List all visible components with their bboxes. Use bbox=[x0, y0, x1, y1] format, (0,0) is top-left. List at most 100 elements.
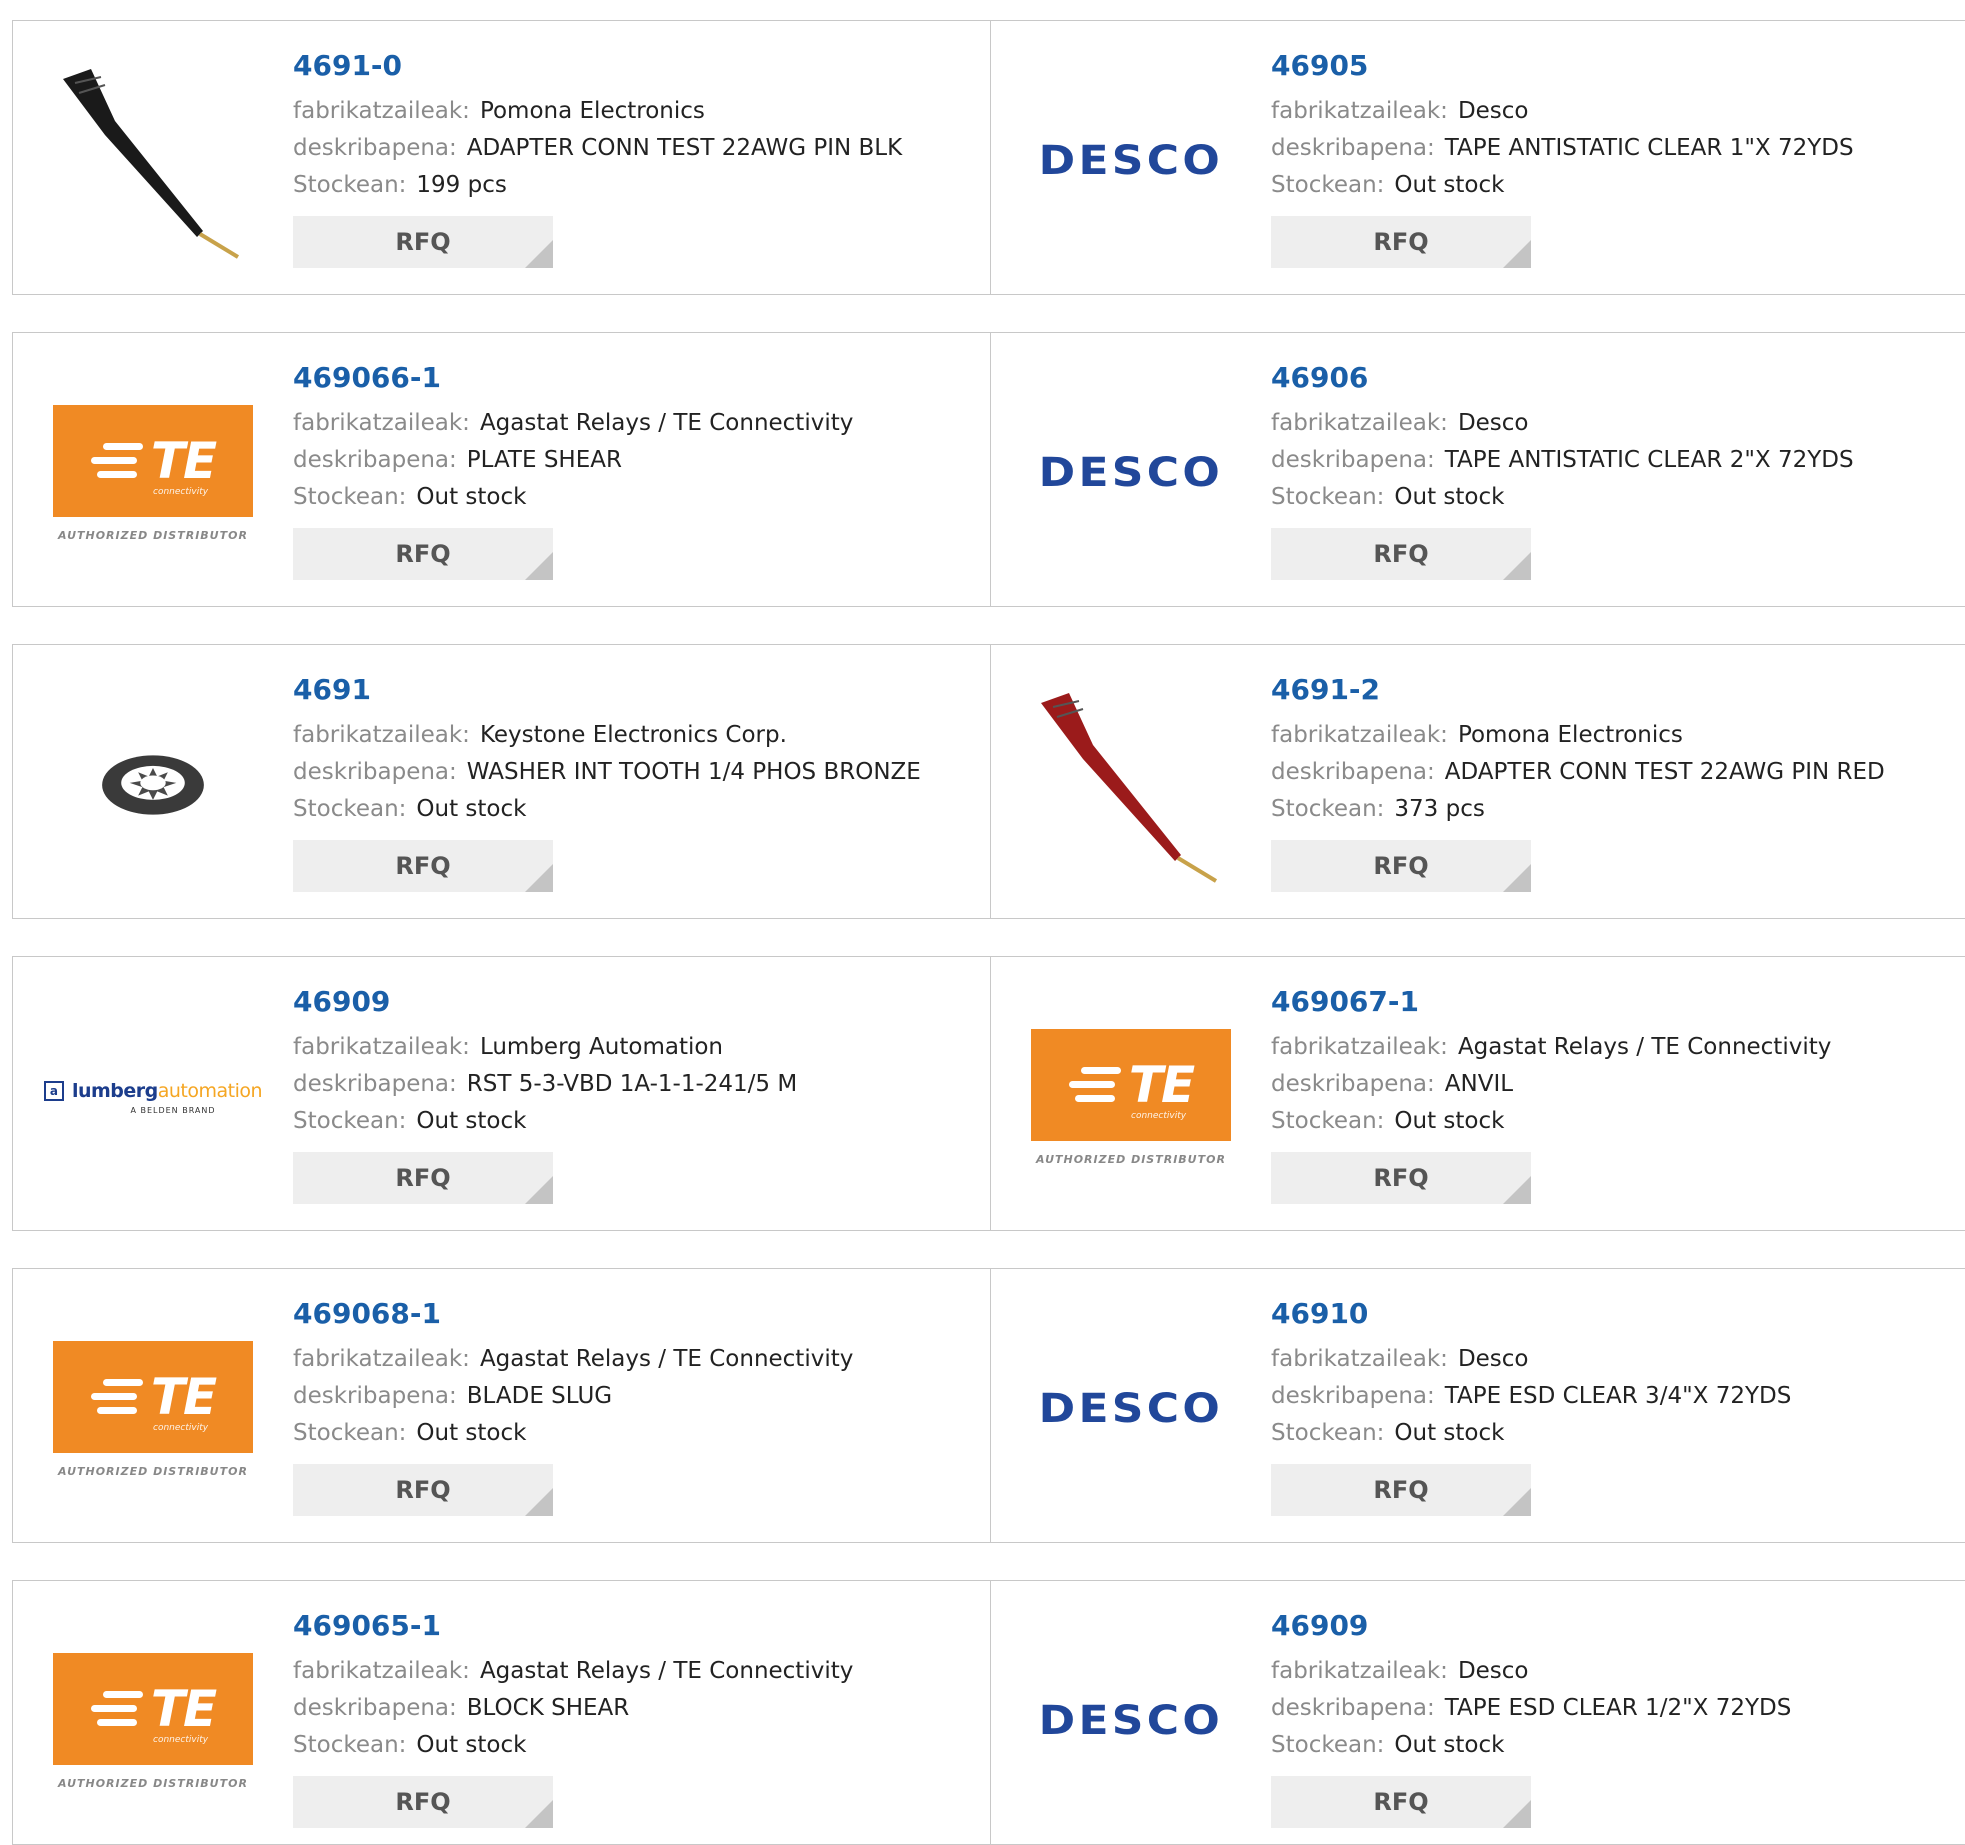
authorized-distributor-label: AUTHORIZED DISTRIBUTOR bbox=[58, 528, 248, 542]
corner-triangle-icon bbox=[1503, 863, 1531, 892]
product-card: a lumbergautomation A BELDEN BRAND 46909 fab… bbox=[12, 956, 991, 1231]
manufacturer-row: fabrikatzaileak: Desco bbox=[1271, 93, 1854, 130]
stock-value: Out stock bbox=[1394, 1731, 1505, 1758]
rfq-button[interactable]: RFQ bbox=[1271, 839, 1531, 892]
product-thumbnail[interactable] bbox=[1031, 685, 1231, 885]
part-number-link[interactable]: 46909 bbox=[293, 985, 797, 1019]
manufacturer-row: fabrikatzaileak: Lumberg Automation bbox=[293, 1029, 797, 1066]
part-number-link[interactable]: 46910 bbox=[1271, 1297, 1791, 1331]
description-label: deskribapena: bbox=[293, 446, 457, 473]
product-card: TE connectivity AUTHORIZED DISTRIBUTOR 4690… bbox=[12, 1580, 991, 1845]
product-thumbnail[interactable]: TE connectivity AUTHORIZED DISTRIBUTOR bbox=[53, 1309, 253, 1509]
stock-label: Stockean: bbox=[1271, 171, 1385, 198]
product-thumbnail[interactable] bbox=[53, 685, 253, 885]
rfq-button[interactable]: RFQ bbox=[293, 527, 553, 580]
manufacturer-row: fabrikatzaileak: Desco bbox=[1271, 1341, 1791, 1378]
product-thumbnail[interactable]: TE connectivity AUTHORIZED DISTRIBUTOR bbox=[1031, 997, 1231, 1197]
manufacturer-label: fabrikatzaileak: bbox=[293, 97, 470, 124]
desco-logo: DESCO bbox=[1038, 1386, 1224, 1432]
manufacturer-row: fabrikatzaileak: Desco bbox=[1271, 405, 1854, 442]
description-value: PLATE SHEAR bbox=[466, 446, 622, 473]
rfq-button[interactable]: RFQ bbox=[1271, 527, 1531, 580]
stock-value: Out stock bbox=[416, 1731, 527, 1758]
product-thumbnail[interactable] bbox=[53, 61, 253, 261]
description-value: ADAPTER CONN TEST 22AWG PIN RED bbox=[1444, 758, 1885, 785]
rfq-button[interactable]: RFQ bbox=[293, 1151, 553, 1204]
part-number-link[interactable]: 46905 bbox=[1271, 49, 1854, 83]
corner-triangle-icon bbox=[1503, 239, 1531, 268]
product-card: DESCO 46910 fabrikatzaileak: Desco deskribap… bbox=[990, 1268, 1965, 1543]
description-row: deskribapena: ADAPTER CONN TEST 22AWG PIN… bbox=[293, 130, 902, 167]
rfq-button[interactable]: RFQ bbox=[1271, 1151, 1531, 1204]
description-row: deskribapena: TAPE ANTISTATIC CLEAR 1"X 7… bbox=[1271, 130, 1854, 167]
manufacturer-value: Pomona Electronics bbox=[1457, 721, 1683, 748]
stock-row: Stockean: Out stock bbox=[1271, 479, 1854, 516]
product-info: 469065-1 fabrikatzaileak: Agastat Relays /… bbox=[293, 1609, 853, 1828]
stock-label: Stockean: bbox=[293, 1731, 407, 1758]
description-value: BLOCK SHEAR bbox=[466, 1694, 630, 1721]
manufacturer-value: Keystone Electronics Corp. bbox=[479, 721, 787, 748]
desco-logo: DESCO bbox=[1038, 450, 1224, 496]
manufacturer-label: fabrikatzaileak: bbox=[293, 409, 470, 436]
product-card: TE connectivity AUTHORIZED DISTRIBUTOR 4690… bbox=[12, 332, 991, 607]
part-number-link[interactable]: 469068-1 bbox=[293, 1297, 853, 1331]
stock-row: Stockean: Out stock bbox=[1271, 167, 1854, 204]
rfq-button[interactable]: RFQ bbox=[293, 215, 553, 268]
product-thumbnail[interactable]: TE connectivity AUTHORIZED DISTRIBUTOR bbox=[53, 373, 253, 573]
manufacturer-label: fabrikatzaileak: bbox=[1271, 1345, 1448, 1372]
product-thumbnail[interactable]: DESCO bbox=[1031, 373, 1231, 573]
description-value: TAPE ANTISTATIC CLEAR 2"X 72YDS bbox=[1444, 446, 1854, 473]
rfq-button[interactable]: RFQ bbox=[293, 1775, 553, 1828]
product-thumbnail[interactable]: a lumbergautomation A BELDEN BRAND bbox=[43, 997, 263, 1197]
stock-label: Stockean: bbox=[1271, 1107, 1385, 1134]
product-thumbnail[interactable]: DESCO bbox=[1031, 1621, 1231, 1821]
authorized-distributor-label: AUTHORIZED DISTRIBUTOR bbox=[1036, 1152, 1226, 1166]
stock-label: Stockean: bbox=[293, 1419, 407, 1446]
product-thumbnail[interactable]: DESCO bbox=[1031, 1309, 1231, 1509]
description-label: deskribapena: bbox=[1271, 446, 1435, 473]
part-number-link[interactable]: 4691-2 bbox=[1271, 673, 1885, 707]
corner-triangle-icon bbox=[525, 1175, 553, 1204]
description-row: deskribapena: WASHER INT TOOTH 1/4 PHOS B… bbox=[293, 754, 921, 791]
rfq-button[interactable]: RFQ bbox=[293, 1463, 553, 1516]
description-row: deskribapena: ADAPTER CONN TEST 22AWG PIN… bbox=[1271, 754, 1885, 791]
description-label: deskribapena: bbox=[293, 1382, 457, 1409]
manufacturer-label: fabrikatzaileak: bbox=[1271, 1033, 1448, 1060]
description-label: deskribapena: bbox=[1271, 1382, 1435, 1409]
product-info: 4691-2 fabrikatzaileak: Pomona Electronics… bbox=[1271, 673, 1885, 892]
product-thumbnail[interactable]: TE connectivity AUTHORIZED DISTRIBUTOR bbox=[53, 1621, 253, 1821]
stock-label: Stockean: bbox=[293, 795, 407, 822]
stock-label: Stockean: bbox=[293, 483, 407, 510]
rfq-button[interactable]: RFQ bbox=[1271, 1463, 1531, 1516]
stock-row: Stockean: 199 pcs bbox=[293, 167, 902, 204]
stock-label: Stockean: bbox=[1271, 483, 1385, 510]
corner-triangle-icon bbox=[525, 863, 553, 892]
part-number-link[interactable]: 469065-1 bbox=[293, 1609, 853, 1643]
description-label: deskribapena: bbox=[1271, 134, 1435, 161]
corner-triangle-icon bbox=[1503, 1175, 1531, 1204]
stock-value: 373 pcs bbox=[1394, 795, 1485, 822]
description-label: deskribapena: bbox=[1271, 1070, 1435, 1097]
manufacturer-value: Desco bbox=[1457, 1345, 1529, 1372]
description-value: TAPE ESD CLEAR 1/2"X 72YDS bbox=[1444, 1694, 1792, 1721]
product-info: 469067-1 fabrikatzaileak: Agastat Relays /… bbox=[1271, 985, 1831, 1204]
rfq-button[interactable]: RFQ bbox=[1271, 215, 1531, 268]
rfq-button[interactable]: RFQ bbox=[293, 839, 553, 892]
part-number-link[interactable]: 4691 bbox=[293, 673, 921, 707]
stock-row: Stockean: Out stock bbox=[1271, 1415, 1791, 1452]
stock-value: Out stock bbox=[1394, 1419, 1505, 1446]
part-number-link[interactable]: 46906 bbox=[1271, 361, 1854, 395]
part-number-link[interactable]: 4691-0 bbox=[293, 49, 902, 83]
part-number-link[interactable]: 469067-1 bbox=[1271, 985, 1831, 1019]
stock-label: Stockean: bbox=[293, 171, 407, 198]
manufacturer-label: fabrikatzaileak: bbox=[293, 1345, 470, 1372]
part-number-link[interactable]: 46909 bbox=[1271, 1609, 1791, 1643]
rfq-button[interactable]: RFQ bbox=[1271, 1775, 1531, 1828]
product-thumbnail[interactable]: DESCO bbox=[1031, 61, 1231, 261]
product-info: 4691 fabrikatzaileak: Keystone Electronics… bbox=[293, 673, 921, 892]
part-number-link[interactable]: 469066-1 bbox=[293, 361, 853, 395]
description-label: deskribapena: bbox=[293, 1070, 457, 1097]
description-row: deskribapena: TAPE ESD CLEAR 3/4"X 72YDS bbox=[1271, 1378, 1791, 1415]
product-info: 46910 fabrikatzaileak: Desco deskribapena: T… bbox=[1271, 1297, 1791, 1516]
description-value: WASHER INT TOOTH 1/4 PHOS BRONZE bbox=[466, 758, 921, 785]
